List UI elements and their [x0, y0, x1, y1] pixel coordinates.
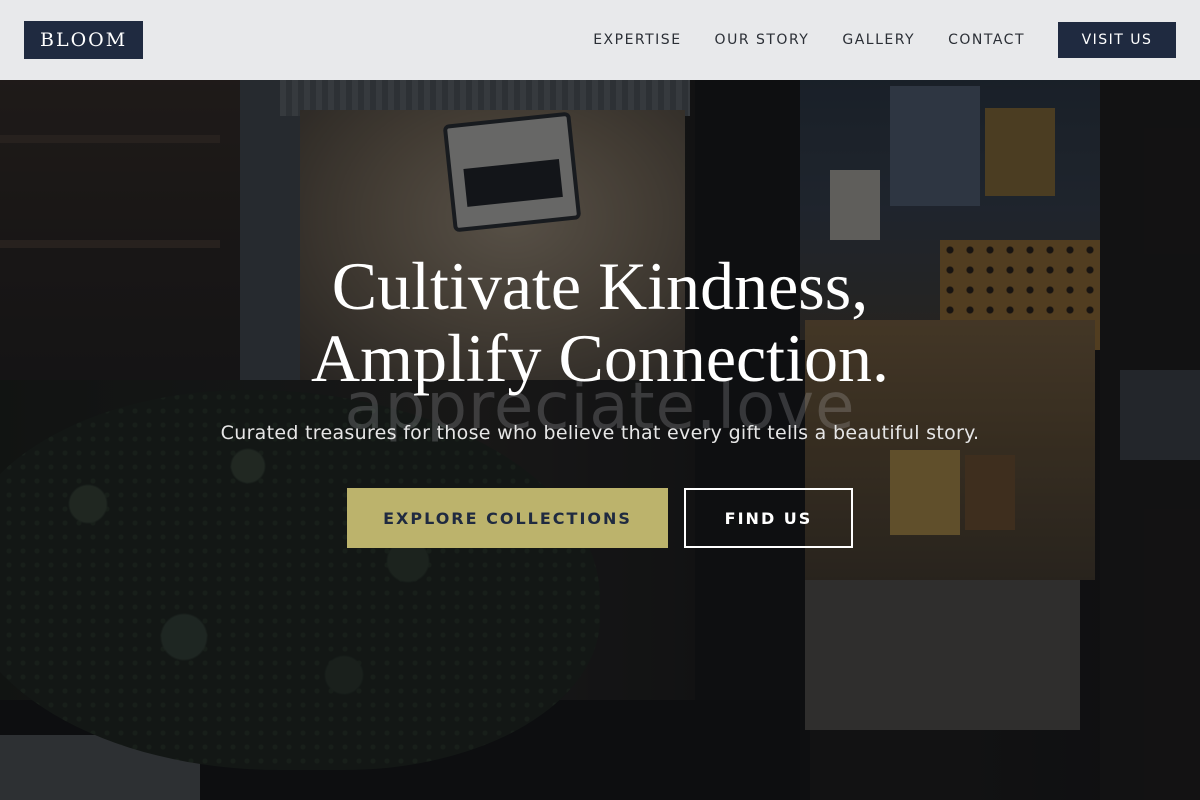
find-us-button[interactable]: FIND US [684, 488, 853, 548]
nav-link-contact[interactable]: CONTACT [948, 32, 1025, 48]
hero-tagline: Curated treasures for those who believe … [220, 422, 980, 444]
explore-collections-button[interactable]: EXPLORE COLLECTIONS [347, 488, 668, 548]
page: BLOOM EXPERTISE OUR STORY GALLERY CONTAC… [0, 0, 1200, 800]
visit-us-button[interactable]: VISIT US [1058, 22, 1176, 58]
hero-headline-line-1: Cultivate Kindness, [331, 248, 869, 324]
nav-link-gallery[interactable]: GALLERY [842, 32, 915, 48]
hero-headline-line-2: Amplify Connection. [311, 320, 889, 396]
hero-cta-group: EXPLORE COLLECTIONS FIND US [0, 488, 1200, 548]
main-nav: EXPERTISE OUR STORY GALLERY CONTACT VISI… [593, 22, 1176, 58]
hero-section: appreciate.love Cultivate Kindness, Ampl… [0, 80, 1200, 800]
nav-link-expertise[interactable]: EXPERTISE [593, 32, 681, 48]
nav-link-our-story[interactable]: OUR STORY [715, 32, 810, 48]
hero-headline: Cultivate Kindness, Amplify Connection. [0, 250, 1200, 394]
brand-logo[interactable]: BLOOM [24, 21, 144, 59]
site-header: BLOOM EXPERTISE OUR STORY GALLERY CONTAC… [0, 0, 1200, 80]
